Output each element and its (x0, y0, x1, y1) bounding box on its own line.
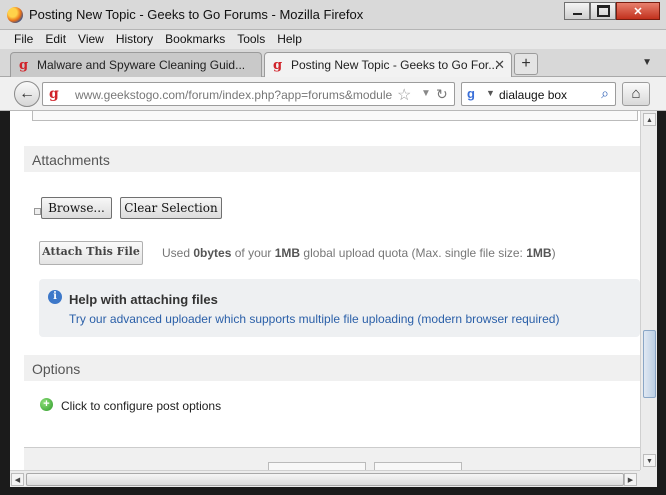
firefox-icon (7, 7, 23, 23)
maximize-button[interactable] (590, 2, 616, 20)
editor-bottom-edge (32, 111, 638, 121)
menu-file[interactable]: File (8, 30, 39, 49)
close-tab-icon[interactable]: ✕ (494, 57, 505, 73)
attach-file-button[interactable]: Attach This File (39, 241, 143, 265)
tab-malware-guide[interactable]: g Malware and Spyware Cleaning Guid... (10, 52, 262, 78)
clear-selection-button[interactable]: Clear Selection (120, 197, 222, 219)
help-title: Help with attaching files (69, 292, 218, 307)
tab-label: Malware and Spyware Cleaning Guid... (37, 58, 246, 72)
browse-button[interactable]: Browse... (41, 197, 112, 219)
geekstogo-favicon-icon: g (19, 58, 29, 73)
attachment-help-box: i Help with attaching files Try our adva… (39, 279, 640, 337)
minimize-button[interactable] (564, 2, 590, 20)
menu-history[interactable]: History (110, 30, 159, 49)
new-tab-button[interactable]: + (514, 53, 538, 75)
advanced-uploader-link[interactable]: Try our advanced uploader which supports… (69, 312, 559, 326)
menu-view[interactable]: View (72, 30, 110, 49)
search-bar[interactable]: g ▼ dialauge box ⌕ (461, 82, 616, 106)
window-frame-bottom (0, 487, 666, 495)
attachments-heading: Attachments (24, 146, 640, 172)
options-heading: Options (24, 355, 640, 381)
menu-help[interactable]: Help (271, 30, 308, 49)
scroll-down-icon[interactable]: ▼ (643, 454, 656, 467)
reload-icon[interactable]: ↻ (436, 86, 448, 103)
configure-options-link[interactable]: Click to configure post options (61, 399, 221, 413)
vertical-scroll-thumb[interactable] (643, 330, 656, 398)
add-icon[interactable]: + (40, 398, 53, 411)
horizontal-scrollbar[interactable]: ◀ ▶ (10, 470, 640, 487)
window-titlebar: Posting New Topic - Geeks to Go Forums -… (0, 0, 666, 30)
search-icon[interactable]: ⌕ (601, 85, 609, 102)
tab-strip: g Malware and Spyware Cleaning Guid... g… (0, 49, 666, 78)
close-window-button[interactable]: ✕ (616, 2, 660, 20)
horizontal-scroll-thumb[interactable] (26, 473, 624, 486)
file-input-stub[interactable] (34, 208, 41, 215)
submit-button-stub[interactable] (268, 462, 366, 470)
scroll-up-icon[interactable]: ▲ (643, 113, 656, 126)
history-dropdown-icon[interactable]: ▼ (421, 88, 431, 99)
page-content: Attachments Browse... Clear Selection At… (10, 111, 640, 470)
scrollbar-corner (640, 470, 657, 487)
tab-list-dropdown-icon[interactable]: ▼ (642, 57, 652, 68)
back-button[interactable]: ← (14, 81, 40, 107)
menu-edit[interactable]: Edit (39, 30, 72, 49)
url-text[interactable]: www.geekstogo.com/forum/index.php?app=fo… (75, 88, 393, 102)
google-icon[interactable]: g (467, 86, 483, 102)
geekstogo-favicon-icon: g (273, 58, 283, 73)
vertical-scrollbar[interactable]: ▲ ▼ (640, 111, 657, 470)
scroll-right-icon[interactable]: ▶ (624, 473, 637, 486)
window-frame-right (657, 111, 666, 495)
site-identity-icon[interactable]: g (49, 86, 59, 102)
upload-quota-text: Used 0bytes of your 1MB global upload qu… (162, 246, 556, 260)
scroll-left-icon[interactable]: ◀ (11, 473, 24, 486)
window-title: Posting New Topic - Geeks to Go Forums -… (29, 7, 364, 22)
home-button[interactable]: ⌂ (622, 82, 650, 106)
tab-label: Posting New Topic - Geeks to Go For... (291, 58, 499, 72)
bookmark-star-icon[interactable]: ☆ (397, 85, 411, 105)
submit-area (24, 447, 640, 470)
navigation-bar: ← g www.geekstogo.com/forum/index.php?ap… (0, 77, 666, 111)
window-controls: ✕ (564, 2, 660, 20)
preview-button-stub[interactable] (374, 462, 462, 470)
search-input[interactable]: dialauge box (499, 88, 567, 102)
window-frame-left (0, 111, 10, 495)
menu-bar: File Edit View History Bookmarks Tools H… (0, 30, 666, 49)
search-engine-dropdown-icon[interactable]: ▼ (486, 88, 495, 98)
menu-bookmarks[interactable]: Bookmarks (159, 30, 231, 49)
tab-posting-new-topic[interactable]: g Posting New Topic - Geeks to Go For...… (264, 52, 512, 78)
menu-tools[interactable]: Tools (231, 30, 271, 49)
address-bar[interactable]: g www.geekstogo.com/forum/index.php?app=… (42, 82, 455, 106)
info-icon: i (48, 290, 62, 304)
